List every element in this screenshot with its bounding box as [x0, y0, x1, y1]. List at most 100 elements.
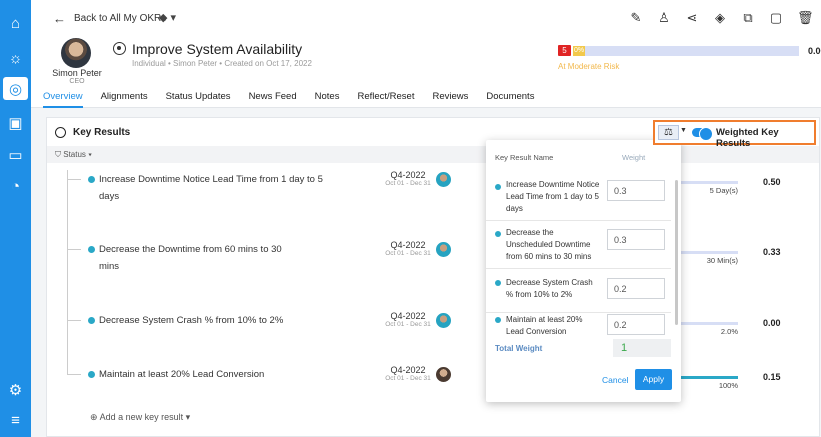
weight-input[interactable] [607, 314, 665, 335]
kr-name[interactable]: Decrease the Downtime from 60 mins to 30… [99, 241, 329, 275]
avatar[interactable] [436, 172, 451, 187]
home-icon[interactable]: ⌂ [4, 12, 27, 35]
kr-value: 0.00 [763, 318, 781, 328]
add-key-result-button[interactable]: ⊕ Add a new key result ▾ [90, 412, 190, 423]
back-link[interactable]: ← Back to All My OKRs [53, 11, 166, 26]
tab-status-updates[interactable]: Status Updates [166, 91, 231, 108]
status-filter[interactable]: ⛉ Status ▾ [47, 146, 819, 163]
kr-range: Oct 01 - Dec 31 [385, 250, 431, 257]
kr-value: 0.33 [763, 247, 781, 257]
settings-icon[interactable]: ⚙ [4, 378, 27, 401]
weighted-label: Weighted Key Results [716, 127, 779, 149]
kr-progress-bar [680, 376, 738, 379]
share-icon[interactable]: ⋖ [685, 10, 699, 26]
add-user-icon[interactable]: ♙ [657, 10, 671, 26]
add-key-result-label: Add a new key result ▾ [99, 412, 191, 422]
avatar[interactable] [436, 367, 451, 382]
kr-name[interactable]: Maintain at least 20% Lead Conversion [99, 366, 329, 383]
tab-bar: Overview Alignments Status Updates News … [43, 91, 534, 108]
weight-input[interactable] [607, 278, 665, 299]
tab-overview[interactable]: Overview [43, 91, 83, 108]
tab-reflect-reset[interactable]: Reflect/Reset [357, 91, 414, 108]
weighted-toggle[interactable] [692, 126, 713, 141]
target-icon[interactable]: ◎ [3, 77, 28, 100]
weights-popup: Key Result Name Weight Increase Downtime… [486, 140, 681, 402]
chevron-down-icon[interactable]: ▼ [680, 127, 687, 134]
key-results-panel: Key Results ⛉ Status ▾ Increase Downtime… [46, 117, 820, 437]
progress-bar: 0% [573, 46, 799, 56]
tab-reviews[interactable]: Reviews [432, 91, 468, 108]
tab-alignments[interactable]: Alignments [101, 91, 148, 108]
kr-progress-label: 5 Day(s) [709, 186, 738, 195]
tab-notes[interactable]: Notes [315, 91, 340, 108]
weight-row: Decrease System Crash % from 10% to 2% [486, 269, 671, 313]
objective-header: ← Back to All My OKRs ◆ ▾ ✎ ♙ ⋖ ◈ ⧉ ▢ 🗑 … [31, 0, 821, 108]
kr-name[interactable]: Decrease System Crash % from 10% to 2% [99, 312, 329, 329]
edit-icon[interactable]: ✎ [629, 10, 643, 26]
avatar[interactable] [436, 313, 451, 328]
kr-value: 0.15 [763, 372, 781, 382]
chat-icon[interactable]: ▭ [4, 143, 27, 166]
kr-period: Q4-2022 Oct 01 - Dec 31 [373, 240, 443, 257]
kr-progress-bar [680, 181, 738, 184]
status-dot [88, 371, 95, 378]
kr-period: Q4-2022 Oct 01 - Dec 31 [373, 365, 443, 382]
kr-value: 0.50 [763, 177, 781, 187]
avatar[interactable] [436, 242, 451, 257]
clipboard-icon[interactable]: ▢ [769, 10, 783, 26]
owner-name: Simon Peter [52, 68, 102, 78]
tab-news-feed[interactable]: News Feed [249, 91, 297, 108]
objective-title: Improve System Availability [132, 41, 303, 57]
kr-name[interactable]: Increase Downtime Notice Lead Time from … [99, 171, 329, 205]
back-label: Back to All My OKRs [74, 13, 167, 24]
main-area: ← Back to All My OKRs ◆ ▾ ✎ ♙ ⋖ ◈ ⧉ ▢ 🗑 … [31, 0, 821, 437]
sliders-icon[interactable]: ≡ [4, 409, 27, 432]
tree-line [67, 374, 81, 375]
kr-progress-fill [680, 376, 738, 379]
left-nav-rail: ⌂ ☼ ◎ ▣ ▭ ◔ ⚙ ≡ [0, 0, 31, 437]
progress-fill: 0% [573, 46, 585, 56]
search-icon[interactable] [55, 127, 66, 138]
filter-icon: ⛉ [55, 150, 61, 159]
weight-row: Increase Downtime Notice Lead Time from … [486, 175, 671, 221]
status-dot [88, 317, 95, 324]
cancel-button[interactable]: Cancel [602, 375, 628, 385]
objective-subtitle: Individual • Simon Peter • Created on Oc… [132, 59, 312, 68]
tab-documents[interactable]: Documents [486, 91, 534, 108]
weight-input[interactable] [607, 180, 665, 201]
kr-quarter: Q4-2022 [390, 311, 426, 321]
calendar-check-icon[interactable]: ▣ [4, 111, 27, 134]
trash-icon[interactable]: 🗑 [797, 10, 814, 26]
tree-line [67, 180, 68, 249]
weight-input[interactable] [607, 229, 665, 250]
layers-icon[interactable]: ◈ [713, 10, 727, 26]
owner-role: CEO [69, 78, 85, 85]
kr-progress-label: 2.0% [720, 327, 738, 336]
lightbulb-icon[interactable]: ☼ [4, 47, 27, 70]
status-dot [88, 246, 95, 253]
kr-name-line: Decrease the Downtime from 60 mins to 30 [99, 244, 282, 255]
status-dot [495, 231, 501, 237]
kr-progress-bar [680, 251, 738, 254]
kr-progress-bar [680, 322, 738, 325]
status-dot [495, 317, 501, 323]
weight-row: Decrease the Unscheduled Downtime from 6… [486, 221, 671, 269]
filter-label: Status ▾ [63, 150, 93, 159]
back-arrow-icon: ← [53, 11, 66, 26]
kr-name-line: Increase Downtime Notice Lead Time from … [99, 174, 323, 185]
scale-icon[interactable]: ⚖ [658, 125, 679, 140]
weight-row-name: Increase Downtime Notice Lead Time from … [506, 180, 600, 213]
kr-period: Q4-2022 Oct 01 - Dec 31 [373, 170, 443, 187]
copy-icon[interactable]: ⧉ [741, 10, 755, 26]
tag-dropdown[interactable]: ◆ ▾ [159, 11, 176, 24]
kr-name-line: mins [99, 261, 120, 272]
apply-button[interactable]: Apply [635, 369, 672, 390]
dashboard-icon[interactable]: ◔ [4, 175, 27, 198]
weight-row: Maintain at least 20% Lead Conversion [486, 313, 671, 337]
owner-avatar[interactable] [61, 38, 91, 68]
score-badge: 5 [558, 45, 571, 56]
key-results-title: Key Results [73, 127, 131, 138]
total-weight-value: 1 [613, 339, 671, 357]
weight-row-name: Maintain at least 20% Lead Conversion [506, 315, 583, 336]
popup-scrollbar[interactable] [675, 180, 678, 325]
